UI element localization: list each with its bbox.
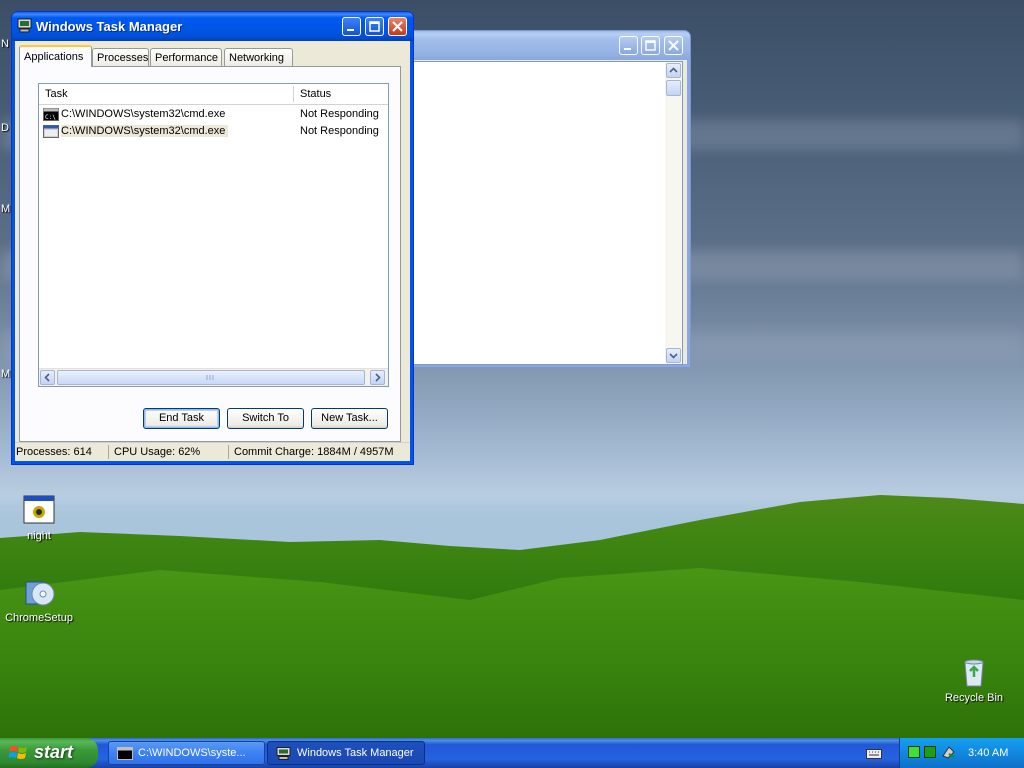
table-row[interactable]: C:\ C:\WINDOWS\system32\cmd.exe Not Resp… — [43, 107, 383, 123]
desktop-icon-chromesetup[interactable]: ChromeSetup — [1, 576, 77, 624]
desktop-icon-label: night — [27, 530, 51, 542]
scroll-left-button[interactable] — [40, 370, 55, 385]
task-name: C:\WINDOWS\system32\cmd.exe — [61, 125, 229, 137]
start-button[interactable]: start — [0, 738, 98, 768]
status-divider — [228, 445, 229, 459]
cmd-icon: C:\ — [43, 108, 59, 121]
status-divider — [108, 445, 109, 459]
minimize-icon — [624, 48, 631, 50]
chevron-up-icon — [669, 67, 678, 73]
scroll-thumb[interactable] — [57, 370, 365, 385]
application-window-icon — [23, 494, 55, 526]
desktop-icon-recycle-bin[interactable]: Recycle Bin — [936, 656, 1012, 704]
keyboard-icon[interactable] — [866, 746, 882, 760]
desktop-icon-night[interactable]: night — [1, 494, 77, 542]
task-manager-window[interactable]: Windows Task Manager Applications Proces… — [11, 11, 414, 465]
clock[interactable]: 3:40 AM — [968, 747, 1008, 759]
taskbar-item-label: Windows Task Manager — [297, 747, 414, 759]
horizontal-scrollbar[interactable] — [39, 368, 388, 386]
tab-processes[interactable]: Processes — [92, 48, 149, 66]
desktop-icon-label-partial[interactable]: N — [1, 38, 9, 50]
new-task-button[interactable]: New Task... — [311, 408, 388, 429]
recycle-bin-icon — [958, 656, 990, 688]
desktop-icon-label-partial[interactable]: D — [1, 122, 9, 134]
taskbar: start C:\WINDOWS\syste... Windows Task M… — [0, 738, 1024, 768]
minimize-button[interactable] — [342, 17, 361, 36]
chevron-left-icon — [44, 373, 50, 382]
task-manager-icon — [276, 747, 291, 760]
network-status-icon[interactable] — [908, 746, 920, 758]
tab-networking[interactable]: Networking — [224, 48, 293, 66]
tab-applications[interactable]: Applications — [19, 45, 92, 67]
desktop-icon-label: Recycle Bin — [944, 692, 1004, 704]
close-button[interactable] — [664, 36, 683, 55]
close-icon — [392, 21, 403, 32]
windows-logo-icon — [9, 746, 27, 759]
maximize-icon — [369, 21, 380, 32]
end-task-button[interactable]: End Task — [143, 408, 220, 429]
desktop-icon-label-partial[interactable]: M — [1, 203, 10, 215]
process-count: Processes: 614 — [16, 446, 92, 458]
minimize-button[interactable] — [619, 36, 638, 55]
status-bar: Processes: 614 CPU Usage: 62% Commit Cha… — [15, 442, 410, 461]
task-manager-icon — [17, 18, 32, 33]
window-content[interactable] — [411, 61, 683, 365]
task-status: Not Responding — [300, 108, 379, 120]
column-header-status[interactable]: Status — [300, 88, 331, 100]
scroll-thumb[interactable] — [666, 80, 681, 96]
chevron-right-icon — [375, 373, 381, 382]
commit-charge: Commit Charge: 1884M / 4957M — [234, 446, 394, 458]
taskbar-item-task-manager[interactable]: Windows Task Manager — [267, 741, 425, 765]
chevron-down-icon — [669, 353, 678, 359]
minimize-icon — [347, 29, 354, 31]
scroll-down-button[interactable] — [666, 348, 681, 363]
monitor-status-icon[interactable] — [924, 746, 936, 758]
start-label: start — [34, 742, 74, 762]
maximize-button[interactable] — [641, 36, 660, 55]
desktop-icon-label-partial[interactable]: M — [1, 368, 10, 380]
close-icon — [668, 40, 679, 51]
scroll-right-button[interactable] — [370, 370, 385, 385]
installer-disc-icon — [23, 576, 55, 608]
column-separator[interactable] — [293, 86, 294, 102]
maximize-button[interactable] — [365, 17, 384, 36]
svg-text:C:\: C:\ — [45, 114, 56, 121]
title-bar[interactable] — [407, 31, 690, 60]
task-status: Not Responding — [300, 125, 379, 137]
safely-remove-hardware-icon[interactable] — [941, 744, 957, 760]
window-icon — [43, 125, 59, 138]
grip-icon — [206, 375, 214, 380]
switch-to-button[interactable]: Switch To — [227, 408, 304, 429]
applications-panel: Task Status C:\ C:\WINDOWS\system32\cmd.… — [19, 66, 401, 442]
table-row[interactable]: C:\WINDOWS\system32\cmd.exe Not Respondi… — [43, 124, 383, 140]
vertical-scrollbar[interactable] — [665, 62, 682, 364]
scroll-up-button[interactable] — [666, 63, 681, 78]
close-button[interactable] — [388, 17, 407, 36]
tab-performance[interactable]: Performance — [150, 48, 222, 66]
taskbar-item-label: C:\WINDOWS\syste... — [138, 747, 246, 759]
cpu-usage: CPU Usage: 62% — [114, 446, 201, 458]
taskbar-item-cmd[interactable]: C:\WINDOWS\syste... — [108, 741, 265, 765]
column-header-task[interactable]: Task — [45, 88, 68, 100]
desktop-icon-label: ChromeSetup — [5, 612, 73, 624]
system-tray: 3:40 AM — [899, 738, 1024, 768]
window-title: Windows Task Manager — [36, 19, 183, 34]
task-list[interactable]: Task Status C:\ C:\WINDOWS\system32\cmd.… — [38, 83, 389, 387]
background-window[interactable] — [406, 30, 691, 368]
cmd-icon — [117, 747, 133, 760]
title-bar[interactable]: Windows Task Manager — [12, 12, 413, 41]
list-header: Task Status — [39, 84, 388, 105]
maximize-icon — [645, 40, 656, 51]
task-name: C:\WINDOWS\system32\cmd.exe — [61, 108, 226, 120]
